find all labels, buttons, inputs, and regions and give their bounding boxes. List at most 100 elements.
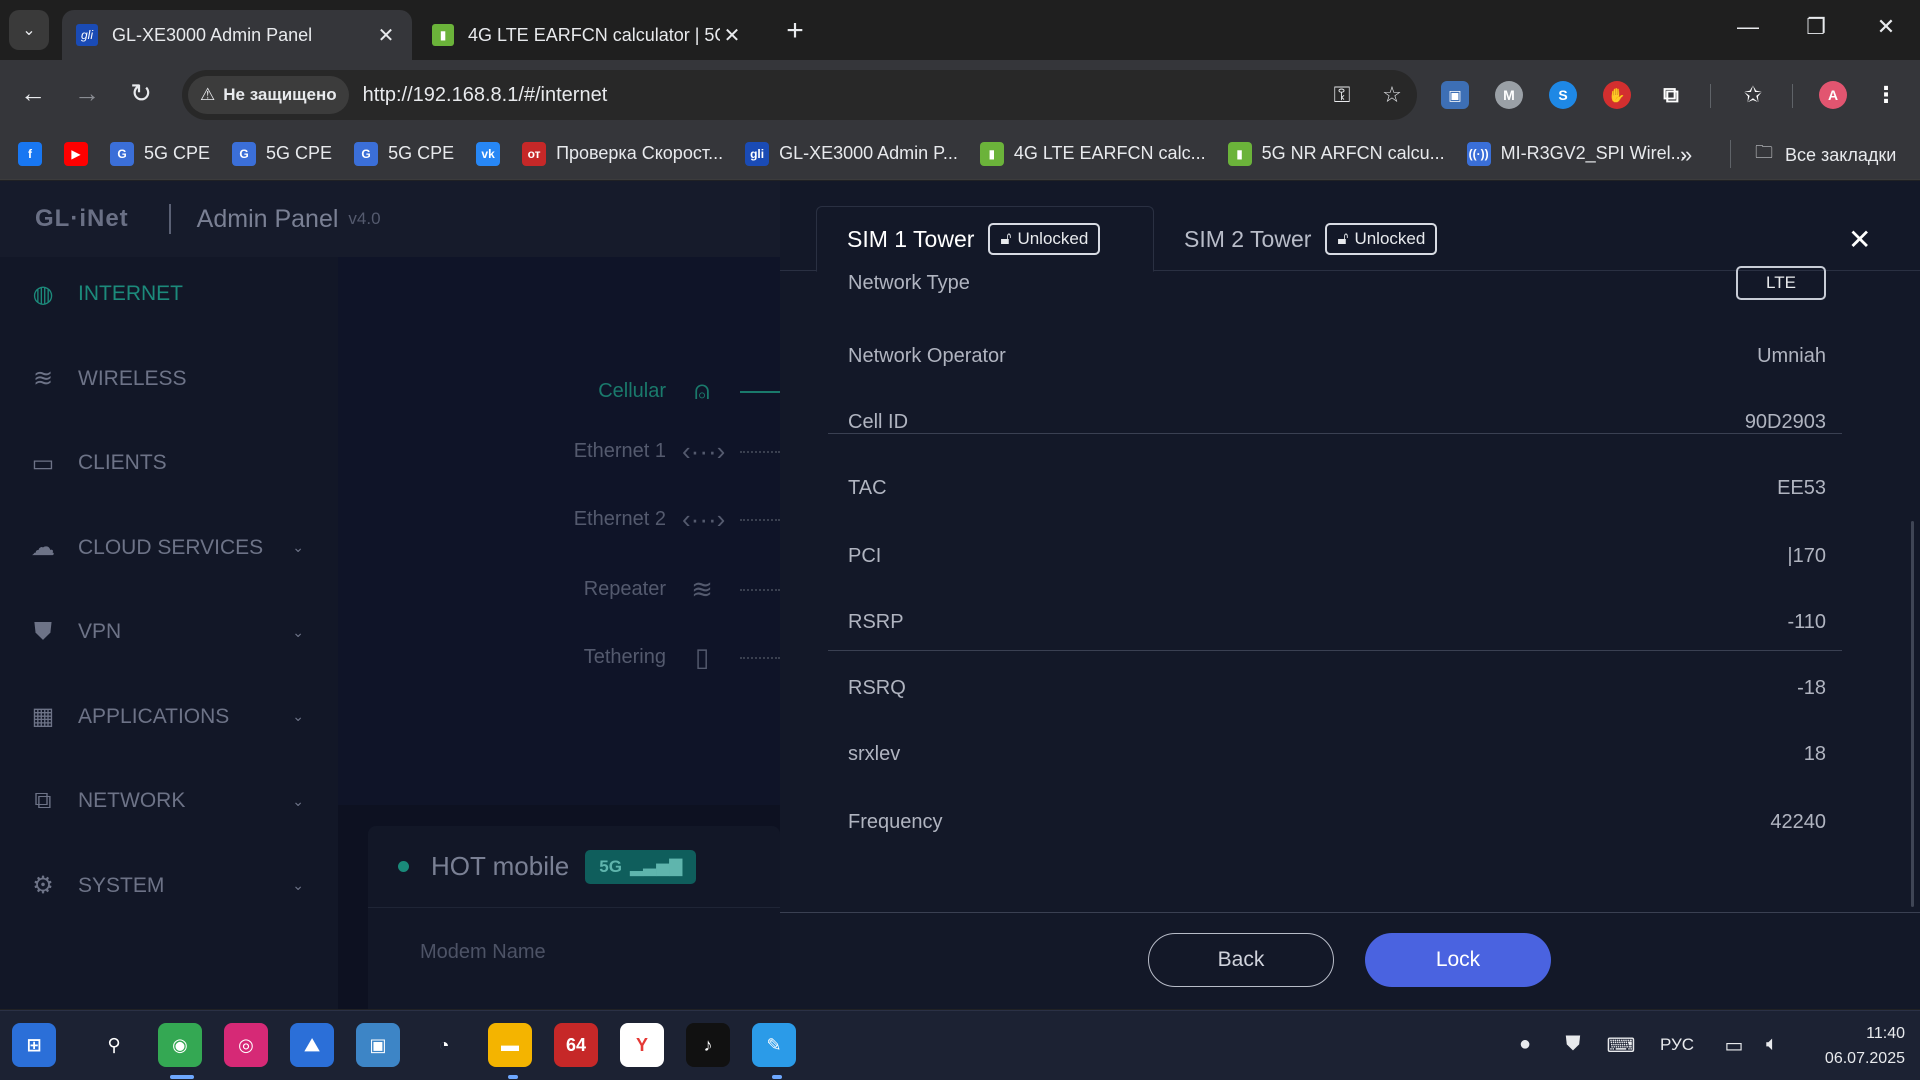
modal-scrollbar[interactable] [1911,521,1914,907]
bookmark-label: 4G LTE EARFCN calc... [1013,143,1206,163]
chevron-down-icon: ⌄ [292,539,304,555]
control-panel-app[interactable]: ▣ [356,1023,400,1067]
connection-ethernet-2[interactable]: Ethernet 2 ‹···› [540,499,726,539]
bookmark-item[interactable]: vk [476,141,501,166]
bookmark-item[interactable]: G 5G CPE [232,141,333,166]
extension-shazam-icon[interactable]: S [1549,81,1577,109]
bookmark-item[interactable]: ((·)) MI-R3GV2_SPI Wirel... [1466,141,1686,166]
info-row-tac: TAC EE53 [828,466,1842,510]
info-value: |170 [1787,544,1826,567]
language-indicator[interactable]: РУС [1660,1035,1694,1055]
security-chip[interactable]: ⚠ Не защищено [188,76,349,114]
carrier-card: HOT mobile 5G ▂▃▅▇ Modem Name [368,826,780,1009]
star-icon[interactable]: ☆ [1367,82,1417,108]
connection-line [740,391,780,393]
bookmark-item[interactable]: ▮ 5G NR ARFCN calcu... [1227,141,1445,166]
speedtest-app[interactable]: ◔ [422,1023,466,1067]
tab-earfcn-calculator[interactable]: ▮ 4G LTE EARFCN calculator | 5G- ✕ [418,10,758,60]
chrome-app[interactable]: ◉ [158,1023,202,1067]
sidebar-item-applications[interactable]: ▦ APPLICATIONS ⌄ [0,692,338,742]
minimize-button[interactable]: — [1728,14,1768,40]
tab-admin-panel[interactable]: gli GL-XE3000 Admin Panel ✕ [62,10,412,60]
more-bookmarks-icon[interactable]: » [1680,142,1692,168]
info-value: -18 [1797,676,1826,699]
new-tab-button[interactable]: + [780,14,810,48]
bookmark-item[interactable]: ▮ 4G LTE EARFCN calc... [979,141,1206,166]
info-label: PCI [848,544,882,567]
bookmark-item[interactable]: ▶ [64,141,88,166]
info-label: RSRQ [848,676,906,699]
tiktok-app[interactable]: ♪ [686,1023,730,1067]
bookmark-item[interactable]: от Проверка Скорост... [522,141,723,166]
aida64-app[interactable]: 64 [554,1023,598,1067]
url-text[interactable]: http://192.168.8.1/#/internet [363,84,1317,107]
bookmark-label: 5G CPE [266,143,333,163]
restore-button[interactable]: ❐ [1796,14,1836,40]
shield-icon[interactable]: ⛊ [1558,1033,1588,1056]
close-icon: ✕ [1848,224,1872,255]
explorer-app[interactable]: ▬ [488,1023,532,1067]
network-icon[interactable]: ▭ [1719,1033,1749,1058]
volume-icon[interactable]: 🔈︎ [1757,1033,1787,1056]
forward-button[interactable]: → [70,78,104,109]
tray-app-icon[interactable]: ● [1510,1033,1540,1056]
bookmark-item[interactable]: G 5G CPE [354,141,454,166]
sidebar-item-internet[interactable]: ◍ INTERNET [0,269,338,319]
profile-avatar[interactable]: A [1819,81,1847,109]
kebab-menu-icon[interactable]: ⋮ [1872,81,1900,109]
extension-hand-icon[interactable]: ✋ [1603,81,1631,109]
plus-icon: + [786,14,804,47]
sidebar-item-system[interactable]: ⚙ SYSTEM ⌄ [0,861,338,911]
start-button[interactable]: ⊞ [12,1023,56,1067]
close-icon[interactable]: ✕ [720,23,744,48]
modem-name-label: Modem Name [420,941,546,963]
all-bookmarks-button[interactable]: 🗀 Все закладки [1755,140,1896,170]
bookmark-item[interactable]: f [18,141,42,166]
bookmark-item[interactable]: G 5G CPE [110,141,210,166]
sidebar-item-vpn[interactable]: ⛊ VPN ⌄ [0,607,338,657]
info-value: 90D2903 [1744,410,1826,433]
yandex-browser-app[interactable]: Y [620,1023,664,1067]
network-badge-label: 5G [599,856,622,876]
sidebar-item-label: CLOUD SERVICES [78,535,264,559]
modal-close-button[interactable]: ✕ [1848,223,1871,256]
unlocked-icon: 🔓︎ [1000,229,1012,248]
connection-cellular[interactable]: Cellular ⍝ [540,371,722,411]
puzzle-icon[interactable]: ⧉ [1657,81,1685,109]
keyboard-icon[interactable]: ⌨ [1606,1033,1636,1058]
info-value: -110 [1787,610,1826,633]
sidebar-item-wireless[interactable]: ≋ WIRELESS [0,354,338,404]
reload-button[interactable]: ↻ [124,78,158,109]
paint-app[interactable]: ✎ [752,1023,796,1067]
sidebar-item-label: WIRELESS [78,366,187,390]
key-icon[interactable]: ⚿ [1317,82,1367,108]
bookmark-favicon-icon: ▮ [1227,141,1252,166]
lock-button[interactable]: Lock [1365,933,1551,987]
bookmark-item[interactable]: gli GL-XE3000 Admin P... [745,141,958,166]
connection-ethernet-1[interactable]: Ethernet 1 ‹···› [540,431,726,471]
signal-bars-favicon-icon: ▮ [432,24,454,46]
tab-search-button[interactable]: ⌄ [9,10,49,50]
extension-icon[interactable]: ▣ [1441,81,1469,109]
chevron-down-icon: ⌄ [292,792,304,809]
close-icon[interactable]: ✕ [374,23,398,48]
back-button[interactable]: Back [1148,933,1334,987]
instagram-app[interactable]: ◎ [224,1023,268,1067]
photos-app[interactable]: ⛰ [290,1023,334,1067]
extension-m-icon[interactable]: M [1495,81,1523,109]
sidebar-item-network[interactable]: ⧉ NETWORK ⌄ [0,776,338,826]
sidebar-item-clients[interactable]: ▭ CLIENTS [0,438,338,488]
bookmarks-divider [1730,140,1731,168]
connection-repeater[interactable]: Repeater ≋ [540,569,722,609]
clock-time: 11:40 [1866,1025,1905,1042]
sidebar-item-cloud-services[interactable]: ☁ CLOUD SERVICES ⌄ [0,523,338,573]
address-bar[interactable]: ⚠ Не защищено http://192.168.8.1/#/inter… [182,70,1417,120]
sidebar: ◍ INTERNET ≋ WIRELESS ▭ CLIENTS ☁ CLOUD SERVICE… [0,257,338,1009]
back-button[interactable]: ← [16,78,50,109]
window-close-button[interactable]: ✕ [1866,14,1906,40]
clock[interactable]: 11:40 06.07.2025 [1805,1021,1905,1071]
bookmarks-star-icon[interactable]: ✩ [1739,81,1767,109]
connection-tethering[interactable]: Tethering ▯ [540,637,722,677]
search-button[interactable]: ⚲ [92,1023,136,1067]
bookmarks-bar: f ▶ G 5G CPE G 5G CPE G 5G CPE vk от Проверка Скор… [0,128,1920,180]
